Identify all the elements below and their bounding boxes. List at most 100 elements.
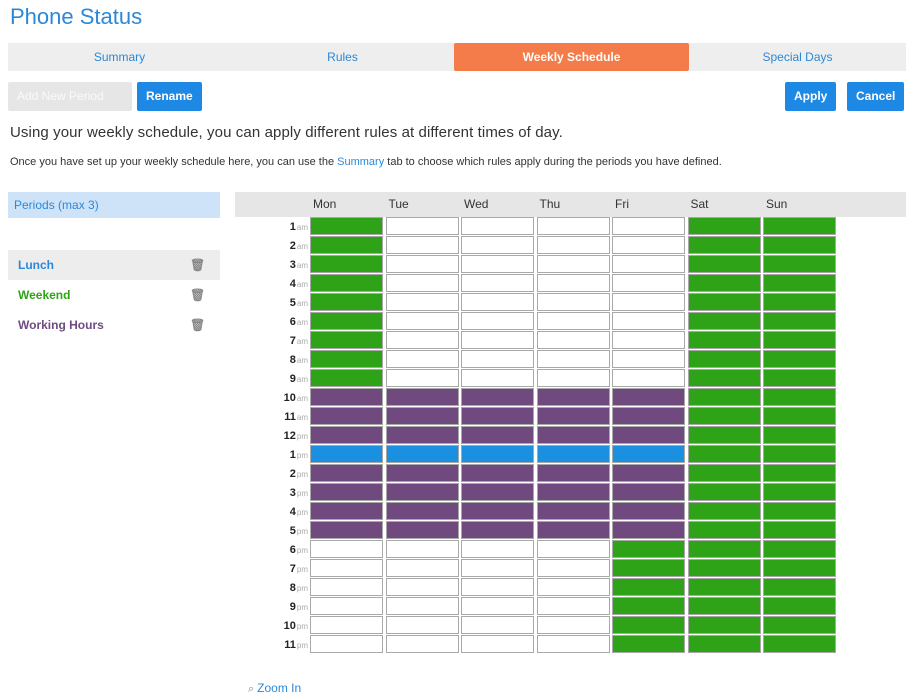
schedule-cell[interactable] — [310, 445, 383, 463]
schedule-cell[interactable] — [461, 464, 534, 482]
add-new-period-button[interactable]: Add New Period — [8, 82, 132, 111]
schedule-cell[interactable] — [310, 559, 383, 577]
schedule-cell[interactable] — [461, 483, 534, 501]
schedule-cell[interactable] — [385, 426, 459, 444]
schedule-cell[interactable] — [461, 274, 534, 292]
schedule-cell[interactable] — [536, 426, 610, 444]
tab-special-days[interactable]: Special Days — [689, 43, 906, 71]
schedule-cell[interactable] — [385, 521, 459, 539]
schedule-cell[interactable] — [310, 635, 383, 653]
schedule-cell[interactable] — [310, 236, 383, 254]
schedule-cell[interactable] — [612, 483, 685, 501]
schedule-cell[interactable] — [687, 616, 761, 634]
schedule-cell[interactable] — [461, 236, 534, 254]
schedule-cell[interactable] — [385, 407, 459, 425]
tab-summary[interactable]: Summary — [8, 43, 231, 71]
schedule-cell[interactable] — [612, 350, 685, 368]
schedule-cell[interactable] — [612, 464, 685, 482]
schedule-cell[interactable] — [461, 597, 534, 615]
trash-icon[interactable]: 🗑︎ — [190, 250, 205, 280]
schedule-cell[interactable] — [310, 274, 383, 292]
schedule-cell[interactable] — [385, 274, 459, 292]
schedule-cell[interactable] — [763, 502, 836, 520]
schedule-cell[interactable] — [536, 540, 610, 558]
schedule-cell[interactable] — [310, 483, 383, 501]
schedule-cell[interactable] — [461, 217, 534, 235]
schedule-cell[interactable] — [687, 426, 761, 444]
schedule-cell[interactable] — [612, 559, 685, 577]
schedule-cell[interactable] — [461, 388, 534, 406]
schedule-cell[interactable] — [385, 255, 459, 273]
schedule-cell[interactable] — [612, 236, 685, 254]
schedule-cell[interactable] — [763, 312, 836, 330]
trash-icon[interactable]: 🗑︎ — [190, 310, 205, 340]
schedule-cell[interactable] — [385, 331, 459, 349]
schedule-cell[interactable] — [612, 369, 685, 387]
schedule-cell[interactable] — [612, 217, 685, 235]
schedule-cell[interactable] — [763, 350, 836, 368]
schedule-cell[interactable] — [385, 369, 459, 387]
schedule-cell[interactable] — [461, 521, 534, 539]
schedule-cell[interactable] — [687, 312, 761, 330]
schedule-cell[interactable] — [687, 464, 761, 482]
schedule-cell[interactable] — [536, 312, 610, 330]
schedule-cell[interactable] — [310, 388, 383, 406]
schedule-cell[interactable] — [687, 502, 761, 520]
schedule-cell[interactable] — [310, 293, 383, 311]
schedule-cell[interactable] — [385, 502, 459, 520]
schedule-cell[interactable] — [536, 236, 610, 254]
schedule-cell[interactable] — [763, 616, 836, 634]
schedule-cell[interactable] — [461, 331, 534, 349]
schedule-cell[interactable] — [536, 388, 610, 406]
schedule-cell[interactable] — [310, 597, 383, 615]
schedule-cell[interactable] — [687, 236, 761, 254]
schedule-cell[interactable] — [461, 635, 534, 653]
schedule-cell[interactable] — [763, 426, 836, 444]
schedule-cell[interactable] — [461, 502, 534, 520]
schedule-cell[interactable] — [763, 293, 836, 311]
schedule-cell[interactable] — [763, 388, 836, 406]
tab-weekly-schedule[interactable]: Weekly Schedule — [454, 43, 689, 71]
schedule-cell[interactable] — [461, 540, 534, 558]
summary-link[interactable]: Summary — [337, 156, 384, 168]
schedule-cell[interactable] — [763, 464, 836, 482]
schedule-cell[interactable] — [536, 578, 610, 596]
schedule-cell[interactable] — [536, 521, 610, 539]
schedule-cell[interactable] — [612, 274, 685, 292]
schedule-cell[interactable] — [612, 616, 685, 634]
zoom-in-link[interactable]: ⌕ Zoom In — [248, 681, 301, 696]
schedule-cell[interactable] — [310, 369, 383, 387]
schedule-cell[interactable] — [612, 502, 685, 520]
schedule-cell[interactable] — [612, 293, 685, 311]
schedule-cell[interactable] — [763, 597, 836, 615]
schedule-cell[interactable] — [612, 445, 685, 463]
schedule-cell[interactable] — [385, 445, 459, 463]
schedule-cell[interactable] — [310, 312, 383, 330]
schedule-cell[interactable] — [461, 426, 534, 444]
schedule-cell[interactable] — [612, 312, 685, 330]
schedule-cell[interactable] — [385, 464, 459, 482]
schedule-cell[interactable] — [385, 483, 459, 501]
schedule-cell[interactable] — [385, 312, 459, 330]
schedule-cell[interactable] — [536, 293, 610, 311]
schedule-cell[interactable] — [687, 274, 761, 292]
schedule-cell[interactable] — [385, 236, 459, 254]
apply-button[interactable]: Apply — [785, 82, 837, 111]
schedule-cell[interactable] — [687, 483, 761, 501]
schedule-cell[interactable] — [536, 483, 610, 501]
schedule-cell[interactable] — [385, 217, 459, 235]
schedule-cell[interactable] — [687, 597, 761, 615]
schedule-cell[interactable] — [310, 616, 383, 634]
schedule-cell[interactable] — [461, 616, 534, 634]
schedule-cell[interactable] — [763, 407, 836, 425]
schedule-cell[interactable] — [687, 635, 761, 653]
schedule-cell[interactable] — [687, 559, 761, 577]
schedule-cell[interactable] — [385, 388, 459, 406]
schedule-cell[interactable] — [310, 502, 383, 520]
schedule-cell[interactable] — [687, 369, 761, 387]
schedule-cell[interactable] — [310, 578, 383, 596]
schedule-cell[interactable] — [385, 350, 459, 368]
schedule-cell[interactable] — [310, 426, 383, 444]
period-item-working-hours[interactable]: Working Hours 🗑︎ — [8, 310, 220, 340]
schedule-cell[interactable] — [536, 502, 610, 520]
